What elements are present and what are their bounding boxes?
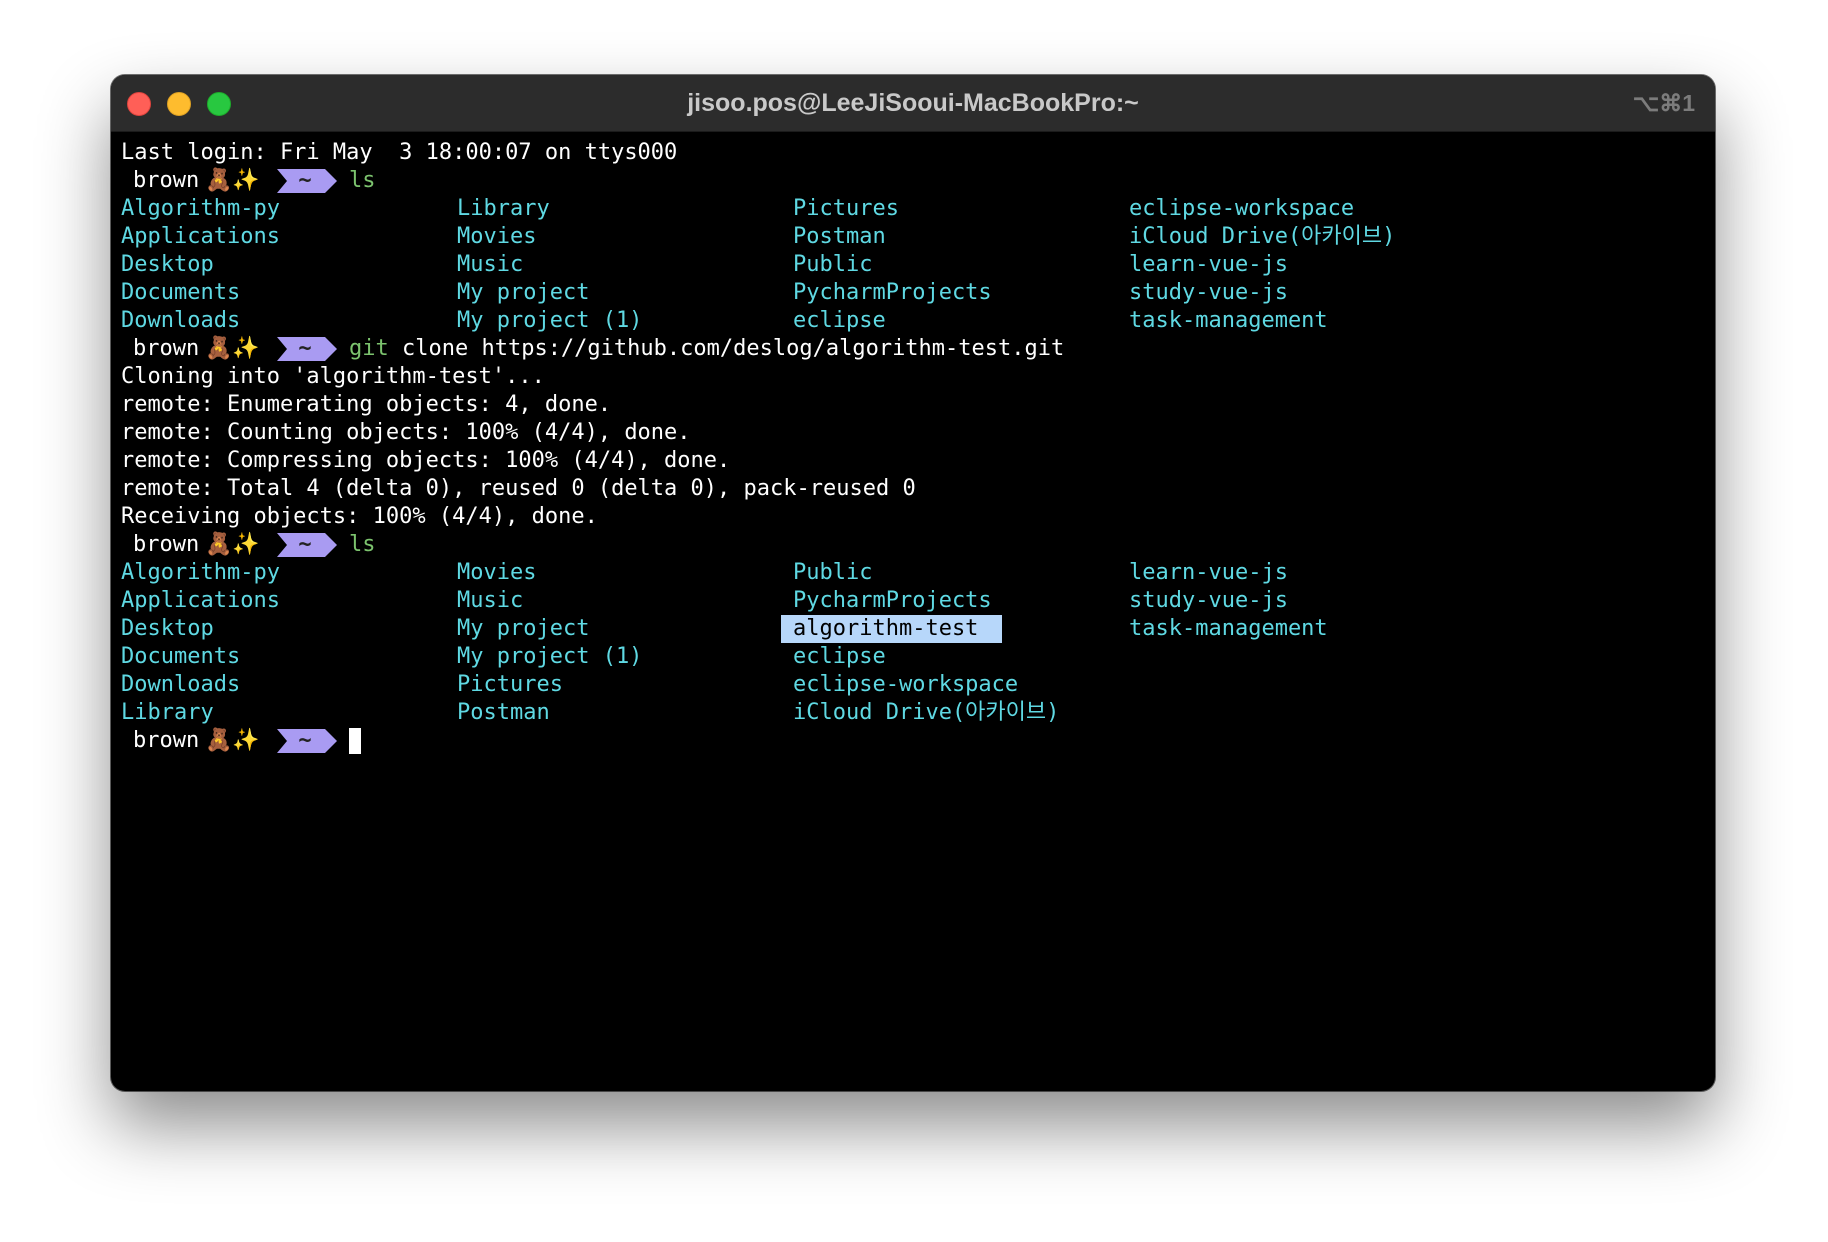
ls-row: Desktop My project algorithm-test task-m… bbox=[121, 615, 1705, 643]
prompt-user: brown bbox=[133, 336, 200, 361]
ls-item: PycharmProjects bbox=[793, 280, 992, 305]
prompt-command: ls bbox=[349, 531, 376, 559]
teddy-sparkles-icon: 🧸✨ bbox=[205, 728, 260, 753]
prompt-line: brown 🧸✨ ~ ls bbox=[121, 531, 1705, 559]
ls-item: eclipse-workspace bbox=[1129, 196, 1355, 221]
title-bar[interactable]: jisoo.pos@LeeJiSooui-MacBookPro:~ ⌥⌘1 bbox=[111, 75, 1715, 132]
last-login-line: Last login: Fri May 3 18:00:07 on ttys00… bbox=[121, 140, 678, 165]
ls-row: Documents My project (1) eclipse bbox=[121, 643, 1705, 671]
ls-row: Downloads Pictures eclipse-workspace bbox=[121, 671, 1705, 699]
ls-row: Documents My project PycharmProjects stu… bbox=[121, 279, 1705, 307]
ls-item: Pictures bbox=[793, 196, 899, 221]
prompt-dir: ~ bbox=[298, 168, 312, 193]
window-shortcut: ⌥⌘1 bbox=[1632, 90, 1695, 116]
ls-item: Postman bbox=[457, 700, 550, 725]
ls-item: My project bbox=[457, 616, 590, 641]
ls-item: Desktop bbox=[121, 252, 214, 277]
ls-item: Applications bbox=[121, 224, 280, 249]
output-line: remote: Counting objects: 100% (4/4), do… bbox=[121, 420, 691, 445]
ls-item: Applications bbox=[121, 588, 280, 613]
ls-item: eclipse bbox=[793, 644, 886, 669]
teddy-sparkles-icon: 🧸✨ bbox=[205, 336, 260, 361]
ls-row: Algorithm-py Movies Public learn-vue-js bbox=[121, 559, 1705, 587]
ls-item: iCloud Drive(아카이브) bbox=[793, 700, 1060, 725]
ls-item: study-vue-js bbox=[1129, 588, 1288, 613]
ls-item: eclipse bbox=[793, 308, 886, 333]
ls-item: PycharmProjects bbox=[793, 588, 992, 613]
ls-item: Downloads bbox=[121, 672, 241, 697]
output-line: Cloning into 'algorithm-test'... bbox=[121, 364, 545, 389]
ls-item: Public bbox=[793, 252, 873, 277]
ls-item: Pictures bbox=[457, 672, 563, 697]
output-line: remote: Total 4 (delta 0), reused 0 (del… bbox=[121, 476, 916, 501]
prompt-dir: ~ bbox=[298, 532, 312, 557]
ls-row: Algorithm-py Library Pictures eclipse-wo… bbox=[121, 195, 1705, 223]
prompt-line: brown 🧸✨ ~ git clone https://github.com/… bbox=[121, 335, 1705, 363]
terminal-output[interactable]: Last login: Fri May 3 18:00:07 on ttys00… bbox=[121, 139, 1705, 1091]
ls-item: study-vue-js bbox=[1129, 280, 1288, 305]
ls-item: eclipse-workspace bbox=[793, 672, 1019, 697]
ls-item: Library bbox=[457, 196, 550, 221]
output-line: Receiving objects: 100% (4/4), done. bbox=[121, 504, 598, 529]
command-args: clone https://github.com/deslog/algorith… bbox=[388, 336, 1065, 361]
prompt-user: brown bbox=[133, 168, 200, 193]
ls-item: Music bbox=[457, 588, 524, 613]
ls-item: Movies bbox=[457, 224, 537, 249]
teddy-sparkles-icon: 🧸✨ bbox=[205, 532, 260, 557]
ls-item: Movies bbox=[457, 560, 537, 585]
prompt-command: ls bbox=[349, 167, 376, 195]
command-name: git bbox=[349, 336, 389, 361]
ls-row: Library Postman iCloud Drive(아카이브) bbox=[121, 699, 1705, 727]
ls-item: learn-vue-js bbox=[1129, 252, 1288, 277]
prompt-line: brown 🧸✨ ~ ls bbox=[121, 167, 1705, 195]
prompt-dir: ~ bbox=[298, 728, 312, 753]
ls-item: Algorithm-py bbox=[121, 560, 280, 585]
output-line: remote: Compressing objects: 100% (4/4),… bbox=[121, 448, 731, 473]
teddy-sparkles-icon: 🧸✨ bbox=[205, 168, 260, 193]
active-prompt-line[interactable]: brown 🧸✨ ~ bbox=[121, 727, 1705, 755]
ls-item: Music bbox=[457, 252, 524, 277]
ls-item: Library bbox=[121, 700, 214, 725]
ls-item: Postman bbox=[793, 224, 886, 249]
ls-item: My project bbox=[457, 280, 590, 305]
ls-item: task-management bbox=[1129, 308, 1328, 333]
ls-row: Applications Movies Postman iCloud Drive… bbox=[121, 223, 1705, 251]
text-cursor[interactable] bbox=[349, 728, 361, 754]
prompt-user: brown bbox=[133, 728, 200, 753]
ls-row: Applications Music PycharmProjects study… bbox=[121, 587, 1705, 615]
ls-item: Documents bbox=[121, 280, 241, 305]
ls-item: task-management bbox=[1129, 616, 1328, 641]
prompt-command: git clone https://github.com/deslog/algo… bbox=[349, 335, 1064, 363]
ls-item: Documents bbox=[121, 644, 241, 669]
terminal-window[interactable]: jisoo.pos@LeeJiSooui-MacBookPro:~ ⌥⌘1 La… bbox=[111, 75, 1715, 1091]
ls-item: Algorithm-py bbox=[121, 196, 280, 221]
ls-item: iCloud Drive(아카이브) bbox=[1129, 224, 1396, 249]
command-name: ls bbox=[349, 168, 376, 193]
ls-item: Desktop bbox=[121, 616, 214, 641]
ls-item: learn-vue-js bbox=[1129, 560, 1288, 585]
ls-item: My project (1) bbox=[457, 644, 643, 669]
command-name: ls bbox=[349, 532, 376, 557]
ls-row: Downloads My project (1) eclipse task-ma… bbox=[121, 307, 1705, 335]
window-title: jisoo.pos@LeeJiSooui-MacBookPro:~ bbox=[687, 89, 1139, 117]
ls-item: Downloads bbox=[121, 308, 241, 333]
prompt-dir: ~ bbox=[298, 336, 312, 361]
ls-item: Public bbox=[793, 560, 873, 585]
ls-item: My project (1) bbox=[457, 308, 643, 333]
output-line: remote: Enumerating objects: 4, done. bbox=[121, 392, 612, 417]
prompt-user: brown bbox=[133, 532, 200, 557]
ls-item-selected[interactable]: algorithm-test bbox=[781, 615, 1003, 643]
ls-row: Desktop Music Public learn-vue-js bbox=[121, 251, 1705, 279]
